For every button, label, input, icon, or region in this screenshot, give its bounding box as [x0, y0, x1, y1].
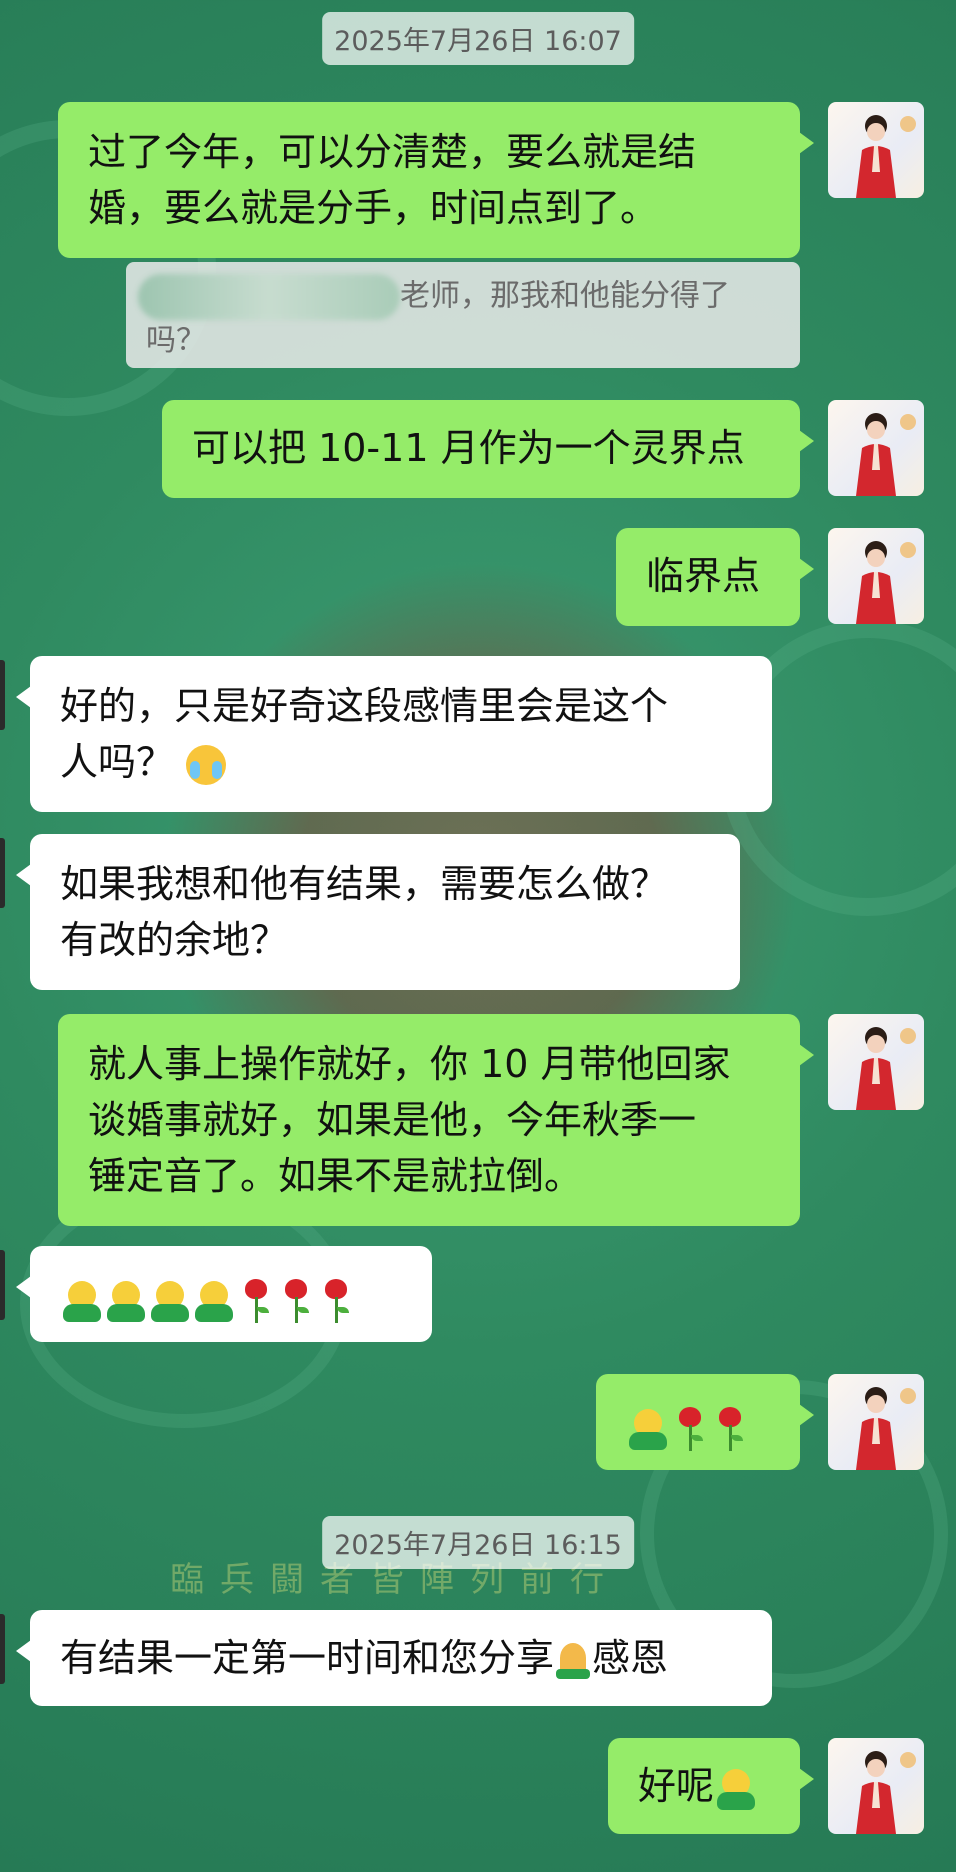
outgoing-message-bubble[interactable]: 临界点	[616, 528, 814, 626]
message-text: 临界点	[646, 554, 761, 598]
teacher-avatar[interactable]	[828, 1014, 924, 1110]
message-text: 人吗？	[60, 740, 175, 784]
rose-icon	[276, 1277, 316, 1325]
avatar-portrait-icon	[856, 1751, 916, 1834]
smiling-person-icon	[714, 1767, 758, 1811]
avatar-portrait-icon	[856, 541, 916, 624]
message-text: 有改的余地？	[60, 918, 289, 962]
message-text: 如果我想和他有结果，需要怎么做？	[60, 862, 669, 906]
message-timestamp: 2025年7月26日 16:15	[322, 1516, 634, 1569]
avatar-portrait-icon	[856, 1027, 916, 1110]
outgoing-message-bubble[interactable]: 过了今年，可以分清楚，要么就是结 婚，要么就是分手，时间点到了。	[58, 102, 814, 258]
sender-avatar-edge[interactable]	[0, 838, 5, 908]
teacher-avatar[interactable]	[828, 400, 924, 496]
incoming-message-bubble[interactable]: 如果我想和他有结果，需要怎么做？ 有改的余地？	[16, 834, 740, 990]
message-text: 就人事上操作就好，你 10 月带他回家	[88, 1042, 731, 1086]
quote-text: 老师，那我和他能分得了	[400, 278, 730, 314]
rose-icon	[670, 1405, 710, 1453]
sender-avatar-edge[interactable]	[0, 660, 5, 730]
outgoing-message-bubble[interactable]: 好呢	[608, 1738, 814, 1834]
incoming-message-bubble[interactable]: 好的，只是好奇这段感情里会是这个 人吗？	[16, 656, 772, 812]
praying-hands-icon	[554, 1641, 592, 1681]
quote-text-line2: 吗？	[146, 323, 206, 358]
message-text: 婚，要么就是分手，时间点到了。	[88, 186, 659, 230]
outgoing-message-bubble[interactable]: 可以把 10-11 月作为一个灵界点	[162, 400, 814, 498]
smiling-person-icon	[148, 1279, 192, 1323]
sender-avatar-edge[interactable]	[0, 1614, 5, 1684]
avatar-portrait-icon	[856, 115, 916, 198]
blurred-name	[138, 274, 400, 320]
message-text: 有结果一定第一时间和您分享	[60, 1636, 555, 1680]
teacher-avatar[interactable]	[828, 102, 924, 198]
rose-icon	[236, 1277, 276, 1325]
outgoing-message-bubble[interactable]: 就人事上操作就好，你 10 月带他回家 谈婚事就好，如果是他，今年秋季一 锤定音…	[58, 1014, 814, 1226]
face-with-tears-icon	[186, 744, 227, 785]
message-text: 好呢	[638, 1764, 715, 1808]
outgoing-emoji-bubble[interactable]	[596, 1374, 814, 1470]
message-text: 谈婚事就好，如果是他，今年秋季一	[88, 1098, 697, 1142]
message-text: 好的，只是好奇这段感情里会是这个	[60, 684, 669, 728]
teacher-avatar[interactable]	[828, 1374, 924, 1470]
teacher-avatar[interactable]	[828, 1738, 924, 1834]
incoming-message-bubble[interactable]: 有结果一定第一时间和您分享 感恩	[16, 1610, 772, 1706]
message-text: 可以把 10-11 月作为一个灵界点	[192, 426, 745, 470]
avatar-portrait-icon	[856, 1387, 916, 1470]
message-text: 锤定音了。如果不是就拉倒。	[88, 1154, 583, 1198]
smiling-person-icon	[60, 1279, 104, 1323]
rose-icon	[710, 1405, 750, 1453]
smiling-person-icon	[104, 1279, 148, 1323]
smiling-person-icon	[192, 1279, 236, 1323]
sender-avatar-edge[interactable]	[0, 1250, 5, 1320]
quoted-message[interactable]: 老师，那我和他能分得了 吗？	[126, 262, 800, 368]
avatar-portrait-icon	[856, 413, 916, 496]
message-text: 过了今年，可以分清楚，要么就是结	[88, 130, 697, 174]
teacher-avatar[interactable]	[828, 528, 924, 624]
message-text: 感恩	[592, 1636, 669, 1680]
message-timestamp: 2025年7月26日 16:07	[322, 12, 634, 65]
smiling-person-icon	[626, 1407, 670, 1451]
rose-icon	[316, 1277, 356, 1325]
incoming-emoji-bubble[interactable]	[16, 1246, 432, 1342]
